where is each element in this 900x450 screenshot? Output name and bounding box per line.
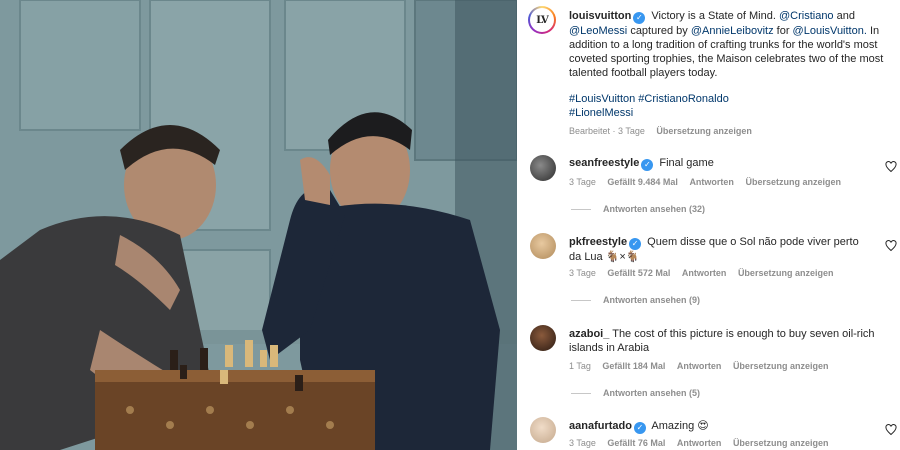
comment-avatar-seanfreestyle[interactable] xyxy=(530,155,556,181)
photo-illustration xyxy=(0,0,517,450)
caption-text-1: Victory is a State of Mind. xyxy=(651,10,776,22)
author-avatar[interactable]: LV xyxy=(528,6,556,34)
comment-meta: 3 Tage Gefällt 572 Mal Antworten Überset… xyxy=(569,268,842,278)
verified-badge-icon: ✓ xyxy=(629,238,642,250)
view-replies-label[interactable]: Antworten ansehen (9) xyxy=(603,295,700,305)
comment-azaboi: azaboi_ The cost of this picture is enou… xyxy=(569,327,879,355)
comment-likes[interactable]: Gefällt 572 Mal xyxy=(607,268,670,278)
comment-likes[interactable]: Gefällt 184 Mal xyxy=(602,361,665,371)
comment-translate[interactable]: Übersetzung anzeigen xyxy=(738,268,834,278)
comment-aanafurtado: aanafurtado ✓ Amazing 😍 xyxy=(569,419,709,434)
comment-reply[interactable]: Antworten xyxy=(677,438,722,448)
comment-avatar-pkfreestyle[interactable] xyxy=(530,233,556,259)
post-meta: Bearbeitet · 3 Tage Übersetzung anzeigen xyxy=(569,126,761,136)
comment-username[interactable]: seanfreestyle xyxy=(569,157,639,169)
author-username[interactable]: louisvuitton xyxy=(569,10,631,22)
caption-captured-by: captured by xyxy=(630,25,688,37)
comment-reply[interactable]: Antworten xyxy=(677,361,722,371)
view-replies-label[interactable]: Antworten ansehen (5) xyxy=(603,388,700,398)
heart-icon[interactable] xyxy=(885,424,897,436)
caption-and: and xyxy=(836,10,855,22)
hashtags-line-2[interactable]: #LionelMessi xyxy=(569,106,633,120)
comment-likes[interactable]: Gefällt 9.484 Mal xyxy=(607,177,678,187)
heart-icon[interactable] xyxy=(885,240,897,252)
view-replies[interactable]: Antworten ansehen (32) xyxy=(571,204,705,214)
post-edited-time: Bearbeitet · 3 Tage xyxy=(569,126,645,136)
comment-text-line-2: islands in Arabia xyxy=(569,342,650,354)
comment-text-line-2: Lua 🐐×🐐 xyxy=(584,251,640,263)
comment-translate[interactable]: Übersetzung anzeigen xyxy=(733,438,829,448)
comment-meta: 3 Tage Gefällt 9.484 Mal Antworten Übers… xyxy=(569,177,850,187)
mention-leomessi[interactable]: @LeoMessi xyxy=(569,25,627,37)
view-replies[interactable]: Antworten ansehen (9) xyxy=(571,295,700,305)
comment-text-line-1: The cost of this picture is enough to bu… xyxy=(612,328,875,340)
caption-for: for xyxy=(776,25,790,37)
comment-avatar-aanafurtado[interactable] xyxy=(530,417,556,443)
comment-seanfreestyle: seanfreestyle ✓ Final game xyxy=(569,156,714,171)
comment-username[interactable]: aanafurtado xyxy=(569,420,632,432)
verified-badge-icon: ✓ xyxy=(633,12,646,24)
heart-icon[interactable] xyxy=(885,161,897,173)
comment-text: Final game xyxy=(659,157,714,169)
comment-translate[interactable]: Übersetzung anzeigen xyxy=(733,361,829,371)
mention-louisvuitton[interactable]: @LouisVuitton. xyxy=(793,25,867,37)
lv-logo: LV xyxy=(536,14,549,26)
comment-meta: 3 Tage Gefällt 76 Mal Antworten Übersetz… xyxy=(569,438,837,448)
comment-reply[interactable]: Antworten xyxy=(682,268,727,278)
comment-translate[interactable]: Übersetzung anzeigen xyxy=(745,177,841,187)
replies-divider xyxy=(571,209,591,211)
comment-meta: 1 Tag Gefällt 184 Mal Antworten Übersetz… xyxy=(569,361,837,371)
post-photo[interactable] xyxy=(0,0,517,450)
comment-likes[interactable]: Gefällt 76 Mal xyxy=(607,438,665,448)
post-translate-link[interactable]: Übersetzung anzeigen xyxy=(656,126,752,136)
comment-reply[interactable]: Antworten xyxy=(689,177,734,187)
mention-cristiano[interactable]: @Cristiano xyxy=(779,10,834,22)
verified-badge-icon: ✓ xyxy=(641,159,654,171)
comment-time: 3 Tage xyxy=(569,268,596,278)
comment-avatar-azaboi[interactable] xyxy=(530,325,556,351)
view-replies[interactable]: Antworten ansehen (5) xyxy=(571,388,700,398)
comment-pkfreestyle: pkfreestyle ✓ Quem disse que o Sol não po… xyxy=(569,235,874,264)
verified-badge-icon: ✓ xyxy=(633,422,646,434)
comment-text: Amazing 😍 xyxy=(651,420,709,432)
comment-time: 3 Tage xyxy=(569,177,596,187)
comments-panel: LV louisvuitton ✓ Victory is a State of M… xyxy=(517,0,900,450)
comment-username[interactable]: azaboi_ xyxy=(569,328,609,340)
post-caption: louisvuitton ✓ Victory is a State of Mind… xyxy=(569,9,889,80)
comment-username[interactable]: pkfreestyle xyxy=(569,236,627,248)
mention-annieleibovitz[interactable]: @AnnieLeibovitz xyxy=(691,25,774,37)
comment-time: 3 Tage xyxy=(569,438,596,448)
view-replies-label[interactable]: Antworten ansehen (32) xyxy=(603,204,705,214)
replies-divider xyxy=(571,300,591,302)
hashtags-line-1[interactable]: #LouisVuitton #CristianoRonaldo xyxy=(569,92,729,106)
comment-time: 1 Tag xyxy=(569,361,591,371)
replies-divider xyxy=(571,393,591,395)
